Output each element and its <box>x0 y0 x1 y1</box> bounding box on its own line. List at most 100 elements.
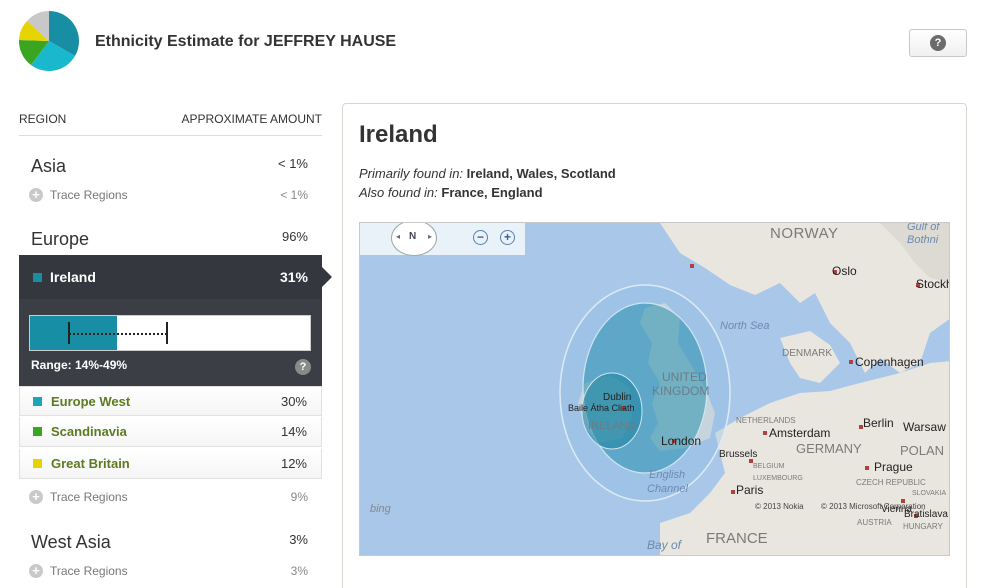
map-label-amsterdam: Amsterdam <box>769 426 831 440</box>
map-label-luxembourg: LUXEMBOURG <box>753 475 803 482</box>
city-dot-prague <box>865 466 869 470</box>
map-label-uk-1: UNITED <box>662 370 707 384</box>
map-label-poland: POLAN <box>900 443 945 458</box>
help-button[interactable]: ? <box>909 29 967 57</box>
subregion-pct: 12% <box>280 456 307 471</box>
zoom-out-button[interactable]: − <box>473 230 488 245</box>
also-found-label: Also found in: <box>359 185 438 200</box>
range-low-tick <box>68 322 71 344</box>
region-name: Asia <box>31 156 67 176</box>
color-swatch <box>33 427 42 436</box>
trace-label: Trace Regions <box>50 490 128 504</box>
compass-control[interactable]: ◂ N ▸ <box>391 223 437 256</box>
map-label-channel: Channel <box>647 483 688 495</box>
color-swatch <box>33 459 42 468</box>
page-title: Ethnicity Estimate for JEFFREY HAUSE <box>95 33 397 50</box>
city-dot-amsterdam <box>763 431 767 435</box>
map-label-slovakia: SLOVAKIA <box>912 490 947 497</box>
trace-pct: < 1% <box>280 188 308 202</box>
map-label-france: FRANCE <box>706 530 768 547</box>
map-copyright-microsoft: © 2013 Microsoft Corporation <box>821 502 926 511</box>
help-icon: ? <box>930 35 946 51</box>
map-label-germany: GERMANY <box>796 441 862 456</box>
subregion-row-great-britain[interactable]: Great Britain 12% <box>19 449 322 479</box>
subregion-pct: 31% <box>279 269 308 285</box>
region-name: West Asia <box>31 532 111 552</box>
trace-label: Trace Regions <box>50 188 128 202</box>
map-label-berlin: Berlin <box>863 416 894 430</box>
ethnicity-pie-logo <box>18 10 80 72</box>
city-dot-arctic <box>690 264 694 268</box>
region-name: Europe <box>31 229 90 249</box>
map-label-bay-of: Bay of <box>647 538 682 552</box>
detail-title: Ireland <box>359 121 438 148</box>
map-label-czech-republic: CZECH REPUBLIC <box>856 478 926 487</box>
also-found-line: Also found in: France, England <box>359 185 543 200</box>
map-label-denmark: DENMARK <box>782 348 833 359</box>
trace-pct: 9% <box>290 490 308 504</box>
primarily-found-value: Ireland, Wales, Scotland <box>466 166 616 181</box>
map-label-paris: Paris <box>736 483 764 497</box>
pan-left-icon[interactable]: ◂ <box>396 232 400 241</box>
range-help-icon[interactable]: ? <box>295 359 311 375</box>
map-label-belgium: BELGIUM <box>753 463 785 470</box>
north-indicator: N <box>409 231 417 242</box>
header: Ethnicity Estimate for JEFFREY HAUSE ? <box>0 0 985 90</box>
range-high-tick <box>166 322 169 344</box>
subregion-row-europe-west[interactable]: Europe West 30% <box>19 386 322 416</box>
color-swatch <box>33 273 42 282</box>
subregion-name: Scandinavia <box>51 424 127 439</box>
region-table: REGION APPROXIMATE AMOUNT Asia < 1% + Tr… <box>19 100 332 588</box>
trace-regions-asia[interactable]: + Trace Regions < 1% <box>19 184 322 208</box>
map-label-uk-2: KINGDOM <box>652 384 710 398</box>
map-label-austria: AUSTRIA <box>857 518 892 527</box>
region-row-asia[interactable]: Asia < 1% <box>19 150 322 180</box>
subregion-row-scandinavia[interactable]: Scandinavia 14% <box>19 417 322 447</box>
map-label-norway: NORWAY <box>770 225 839 242</box>
primarily-found-label: Primarily found in: <box>359 166 464 181</box>
range-bar <box>29 315 311 351</box>
map-copyright-nokia: © 2013 Nokia <box>755 502 804 511</box>
map-label-north-sea: North Sea <box>720 320 770 332</box>
plus-circle-icon: + <box>29 188 43 202</box>
map-label-copenhagen: Copenhagen <box>855 355 924 369</box>
region-row-europe[interactable]: Europe 96% <box>19 223 322 253</box>
also-found-value: France, England <box>441 185 543 200</box>
city-dot-paris <box>731 490 735 494</box>
trace-regions-europe[interactable]: + Trace Regions 9% <box>19 486 322 510</box>
plus-circle-icon: + <box>29 564 43 578</box>
selected-subregion-ireland[interactable]: Ireland 31% Range: 14%-49% ? <box>19 255 332 386</box>
trace-label: Trace Regions <box>50 564 128 578</box>
trace-regions-west-asia[interactable]: + Trace Regions 3% <box>19 560 322 584</box>
zoom-in-button[interactable]: + <box>500 230 515 245</box>
map-label-baile-atha-cliath: Baile Átha Cliath <box>568 403 635 413</box>
region-pct: 96% <box>281 229 308 244</box>
map-label-warsaw: Warsaw <box>903 420 946 434</box>
column-region-header: REGION <box>19 112 67 126</box>
subregion-pct: 30% <box>280 394 307 409</box>
map-controls: ◂ N ▸ − + <box>360 223 525 256</box>
map-label-hungary: HUNGARY <box>903 522 943 531</box>
map-label-dublin: Dublin <box>603 392 632 403</box>
bing-logo: bing <box>370 503 391 515</box>
plus-circle-icon: + <box>29 490 43 504</box>
map-label-english: English <box>649 469 686 481</box>
map-label-london: London <box>661 434 702 448</box>
map-label-prague: Prague <box>874 460 913 474</box>
table-header: REGION APPROXIMATE AMOUNT <box>19 100 322 136</box>
selected-subregion-header[interactable]: Ireland 31% <box>19 255 332 299</box>
range-whisker <box>69 333 168 335</box>
region-pct: < 1% <box>278 156 308 171</box>
map-label-bothnia: Bothni <box>907 234 939 246</box>
map-label-netherlands: NETHERLANDS <box>736 416 796 425</box>
trace-pct: 3% <box>290 564 308 578</box>
region-row-west-asia[interactable]: West Asia 3% <box>19 526 322 556</box>
column-amount-header: APPROXIMATE AMOUNT <box>181 112 322 126</box>
color-swatch <box>33 397 42 406</box>
map-label-gulf: Gulf of <box>907 222 940 233</box>
map-label-ireland: IRELAND <box>588 420 636 432</box>
primarily-found-line: Primarily found in: Ireland, Wales, Scot… <box>359 166 616 181</box>
region-map[interactable]: ◂ N ▸ − + NORWAY Gulf of Bothni Oslo Sto… <box>359 222 950 556</box>
pan-right-icon[interactable]: ▸ <box>428 232 432 241</box>
map-label-brussels: Brussels <box>719 449 758 460</box>
